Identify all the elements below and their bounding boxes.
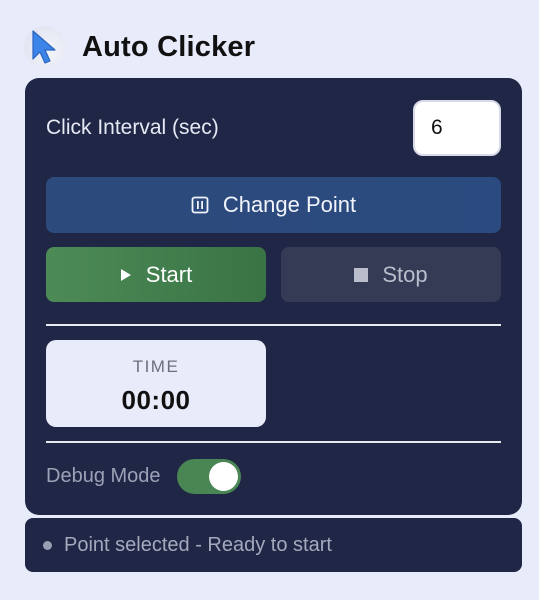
status-text: Point selected - Ready to start [64, 533, 332, 556]
interval-row: Click Interval (sec) [46, 100, 501, 156]
auto-clicker-app: Auto Clicker Click Interval (sec) Change… [0, 0, 539, 600]
control-panel: Click Interval (sec) Change Point Start [25, 78, 522, 515]
debug-mode-label: Debug Mode [46, 464, 161, 487]
play-icon [120, 268, 132, 282]
divider [46, 324, 501, 326]
debug-mode-toggle[interactable] [176, 458, 241, 494]
header: Auto Clicker [24, 25, 255, 69]
status-bar: Point selected - Ready to start [25, 518, 522, 572]
stop-button[interactable]: Stop [281, 247, 501, 302]
interval-label: Click Interval (sec) [46, 116, 219, 139]
toggle-knob [208, 461, 238, 491]
start-button[interactable]: Start [46, 247, 266, 302]
divider [46, 441, 501, 443]
crosshair-square-icon [191, 196, 209, 214]
timer-display: TIME 00:00 [46, 340, 266, 427]
debug-row: Debug Mode [46, 457, 241, 495]
timer-value: 00:00 [121, 385, 191, 415]
timer-label: TIME [132, 357, 180, 376]
cursor-arrow-icon [24, 26, 66, 68]
interval-input[interactable] [413, 100, 501, 156]
change-point-label: Change Point [222, 192, 357, 217]
stop-icon [354, 267, 369, 282]
status-dot-icon [43, 540, 52, 550]
app-title: Auto Clicker [82, 30, 256, 63]
change-point-button[interactable]: Change Point [46, 177, 501, 233]
stop-label: Stop [382, 261, 428, 287]
start-label: Start [145, 261, 193, 287]
